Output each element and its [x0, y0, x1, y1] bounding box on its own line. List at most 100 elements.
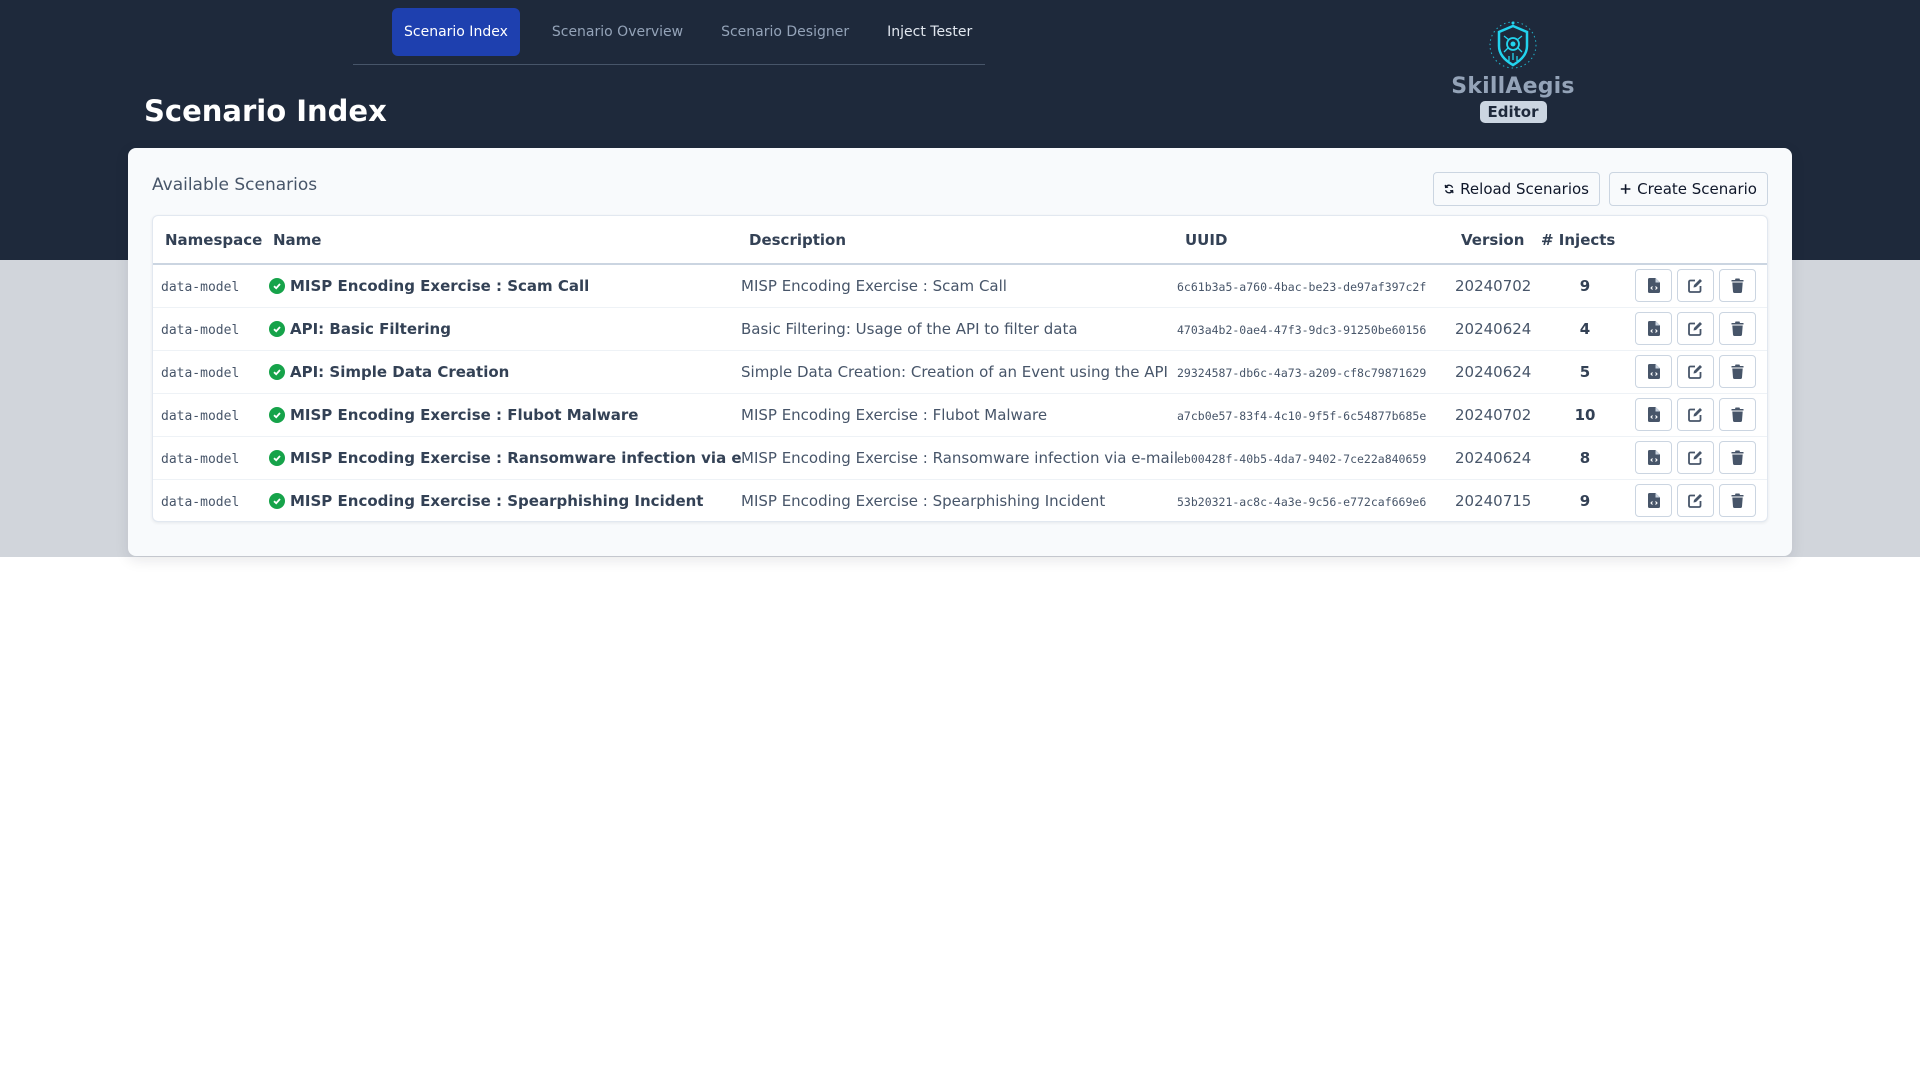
table-row: data-model MISP Encoding Exercise : Flub… [153, 393, 1767, 437]
valid-check-icon [269, 406, 285, 423]
plus-icon [1620, 184, 1631, 194]
table-row: data-model API: Simple Data Creation Sim… [153, 350, 1767, 394]
file-code-icon [1647, 364, 1660, 379]
valid-check-icon [269, 492, 285, 509]
namespace: data-model [161, 451, 240, 467]
scenario-uuid: 29324587-db6c-4a73-a209-cf8c79871629 [1177, 365, 1427, 380]
edit-button[interactable] [1677, 269, 1714, 303]
export-json-button[interactable] [1635, 355, 1672, 388]
scenario-description: Basic Filtering: Usage of the API to fil… [741, 307, 1177, 351]
inject-count: 9 [1579, 491, 1591, 510]
edit-icon [1688, 279, 1702, 294]
delete-button[interactable] [1719, 269, 1756, 303]
file-code-icon [1647, 278, 1660, 294]
inject-count: 9 [1579, 276, 1591, 295]
scenario-name[interactable]: MISP Encoding Exercise : Flubot Malware [290, 406, 638, 424]
export-json-button[interactable] [1635, 312, 1672, 345]
file-code-icon [1647, 450, 1660, 465]
file-code-icon [1647, 493, 1660, 509]
export-json-button[interactable] [1635, 441, 1672, 474]
edit-icon [1688, 322, 1702, 336]
create-scenario-button[interactable]: Create Scenario [1609, 172, 1768, 206]
edit-button[interactable] [1677, 441, 1714, 474]
col-version: Version [1455, 216, 1541, 265]
col-uuid: UUID [1177, 216, 1455, 265]
export-json-button[interactable] [1635, 484, 1672, 518]
tab-scenario-index[interactable]: Scenario Index [392, 8, 520, 56]
table-row: data-model MISP Encoding Exercise : Scam… [153, 264, 1767, 308]
scenario-name[interactable]: MISP Encoding Exercise : Spearphishing I… [290, 492, 703, 510]
shield-circuit-icon [1489, 21, 1537, 69]
reload-scenarios-button[interactable]: Reload Scenarios [1433, 172, 1600, 206]
file-code-icon [1647, 321, 1660, 336]
create-scenario-label: Create Scenario [1637, 180, 1757, 198]
col-namespace: Namespace [153, 216, 269, 265]
card-title: Available Scenarios [152, 175, 318, 195]
table-row: data-model API: Basic Filtering Basic Fi… [153, 307, 1767, 351]
scenario-uuid: 6c61b3a5-a760-4bac-be23-de97af397c2f [1177, 279, 1427, 294]
file-code-icon [1647, 407, 1660, 422]
valid-check-icon [269, 363, 285, 380]
edit-button[interactable] [1677, 312, 1714, 345]
tab-scenario-designer[interactable]: Scenario Designer [709, 8, 861, 56]
scenario-uuid: 53b20321-ac8c-4a3e-9c56-e772caf669e6 [1177, 494, 1427, 509]
page-title: Scenario Index [144, 94, 387, 128]
scenario-name[interactable]: MISP Encoding Exercise : Scam Call [290, 277, 589, 295]
trash-icon [1731, 493, 1744, 509]
valid-check-icon [269, 320, 285, 337]
col-actions [1629, 216, 1767, 265]
scenario-version: 20240715 [1455, 491, 1532, 510]
trash-icon [1731, 407, 1744, 422]
col-injects: # Injects [1541, 216, 1629, 265]
scenario-description: MISP Encoding Exercise : Spearphishing I… [741, 491, 1106, 510]
trash-icon [1731, 321, 1744, 336]
valid-check-icon [269, 277, 285, 294]
scenario-name[interactable]: API: Basic Filtering [290, 320, 451, 338]
scenario-description: Simple Data Creation: Creation of an Eve… [741, 350, 1177, 394]
tab-inject-tester[interactable]: Inject Tester [875, 8, 984, 56]
namespace: data-model [161, 365, 240, 381]
scenario-description: MISP Encoding Exercise : Flubot Malware [741, 393, 1177, 437]
inject-count: 5 [1579, 362, 1591, 381]
scenario-version: 20240702 [1455, 405, 1532, 424]
namespace: data-model [161, 279, 240, 295]
edit-icon [1688, 494, 1702, 509]
edit-button[interactable] [1677, 398, 1714, 431]
scenario-name[interactable]: MISP Encoding Exercise : Ransomware infe… [290, 449, 741, 467]
trash-icon [1731, 450, 1744, 465]
delete-button[interactable] [1719, 484, 1756, 518]
scenarios-table: Namespace Name Description UUID Version … [152, 215, 1768, 522]
delete-button[interactable] [1719, 355, 1756, 388]
main-nav: Scenario Index Scenario Overview Scenari… [353, 8, 985, 65]
col-description: Description [741, 216, 1177, 265]
refresh-icon [1444, 184, 1454, 194]
logo-name: SkillAegis [1451, 74, 1575, 99]
inject-count: 10 [1574, 405, 1596, 424]
scenario-version: 20240702 [1455, 276, 1532, 295]
scenario-name[interactable]: API: Simple Data Creation [290, 363, 509, 381]
export-json-button[interactable] [1635, 398, 1672, 431]
delete-button[interactable] [1719, 441, 1756, 474]
edit-icon [1688, 365, 1702, 379]
delete-button[interactable] [1719, 312, 1756, 345]
namespace: data-model [161, 322, 240, 338]
scenario-uuid: a7cb0e57-83f4-4c10-9f5f-6c54877b685e [1177, 408, 1427, 423]
namespace: data-model [161, 408, 240, 424]
export-json-button[interactable] [1635, 269, 1672, 303]
col-name: Name [269, 216, 741, 265]
reload-scenarios-label: Reload Scenarios [1460, 180, 1589, 198]
table-header-row: Namespace Name Description UUID Version … [153, 216, 1767, 265]
inject-count: 4 [1579, 319, 1591, 338]
valid-check-icon [269, 449, 285, 466]
tab-scenario-overview[interactable]: Scenario Overview [540, 8, 695, 56]
scenarios-card: Available Scenarios Reload Scenarios Cre… [128, 148, 1792, 556]
scenario-version: 20240624 [1455, 362, 1532, 381]
edit-button[interactable] [1677, 484, 1714, 518]
delete-button[interactable] [1719, 398, 1756, 431]
scenario-description: MISP Encoding Exercise : Ransomware infe… [741, 436, 1177, 480]
table-row: data-model MISP Encoding Exercise : Rans… [153, 436, 1767, 480]
edit-button[interactable] [1677, 355, 1714, 388]
edit-icon [1688, 408, 1702, 422]
scenario-uuid: eb00428f-40b5-4da7-9402-7ce22a840659 [1177, 451, 1427, 466]
inject-count: 8 [1579, 448, 1591, 467]
